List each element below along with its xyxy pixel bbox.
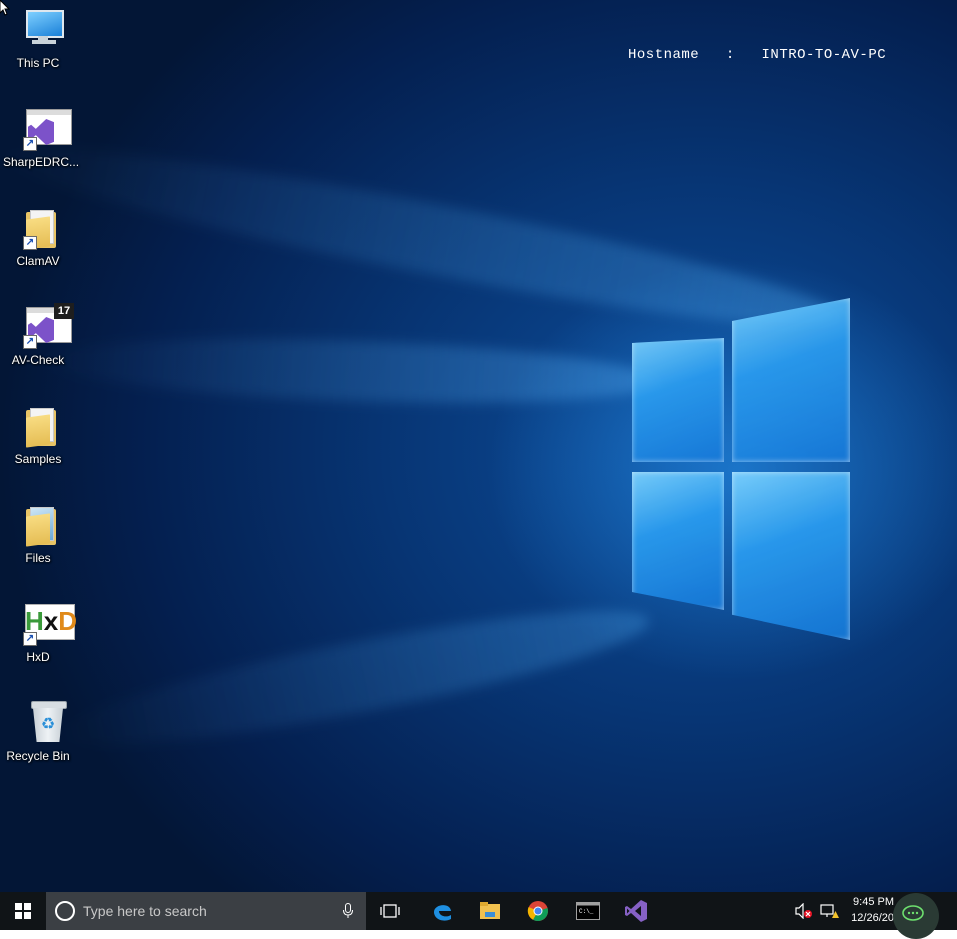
desktop-icon-label: SharpEDRC... <box>3 155 80 169</box>
desktop-icon-label: Files <box>25 551 51 565</box>
desktop-icon-this-pc[interactable]: This PC <box>3 6 73 70</box>
version-badge: 17 <box>54 303 74 319</box>
desktop-icon-label: HxD <box>26 650 50 664</box>
cortana-icon <box>55 901 75 921</box>
task-view-icon <box>380 904 400 918</box>
taskbar-visual-studio-button[interactable] <box>614 892 658 930</box>
notification-chat-button[interactable] <box>893 893 939 939</box>
wallpaper-light-beam <box>0 120 851 354</box>
task-view-button[interactable] <box>370 892 410 930</box>
hostname-label: Hostname : INTRO-TO-AV-PC <box>628 47 887 63</box>
volume-muted-button[interactable] <box>794 892 814 930</box>
this-pc-icon <box>14 6 64 54</box>
shortcut-arrow-icon: ↗ <box>23 137 37 151</box>
mouse-cursor-icon <box>0 0 10 16</box>
folder-icon: ↗ <box>14 204 62 252</box>
chat-bubble-icon <box>902 905 924 921</box>
windows-logo-pane <box>732 472 850 640</box>
wallpaper-light-beam <box>53 586 656 770</box>
desktop-icon-samples[interactable]: Samples <box>3 402 73 466</box>
wallpaper-light-beam <box>38 330 661 412</box>
windows-logo-pane <box>632 472 724 610</box>
desktop-icon-files[interactable]: Files <box>3 501 73 565</box>
start-button[interactable] <box>0 892 46 930</box>
desktop-icon-recycle-bin[interactable]: ♻ Recycle Bin <box>3 699 73 763</box>
clock-time: 9:45 PM <box>853 896 894 908</box>
taskbar-chrome-button[interactable] <box>516 892 560 930</box>
search-input[interactable] <box>81 902 335 920</box>
windows-logo-pane <box>632 338 724 462</box>
desktop-icon-av-check[interactable]: 17 ↗ AV-Check <box>3 303 74 367</box>
desktop-icon-clamav[interactable]: ↗ ClamAV <box>3 204 73 268</box>
desktop-wallpaper[interactable]: Hostname : INTRO-TO-AV-PC This PC ↗ Shar… <box>0 0 957 892</box>
visual-studio-icon <box>625 900 647 922</box>
desktop-icon-label: ClamAV <box>16 254 60 268</box>
recycle-bin-icon: ♻ <box>14 699 67 747</box>
windows-start-icon <box>15 903 31 919</box>
desktop-icon-label: AV-Check <box>11 353 65 367</box>
desktop-icon-sharpedrc[interactable]: ↗ SharpEDRC... <box>3 105 80 169</box>
svg-text:C:\_: C:\_ <box>579 908 594 915</box>
file-explorer-icon <box>480 902 500 919</box>
visual-studio-2017-icon: 17 ↗ <box>14 303 74 351</box>
desktop-icon-label: Samples <box>14 452 62 466</box>
taskbar-clock[interactable]: 9:45 PM 12/26/20 <box>838 894 894 926</box>
taskbar-command-prompt-button[interactable]: C:\_ <box>566 892 610 930</box>
windows-logo-pane <box>732 298 850 462</box>
shortcut-arrow-icon: ↗ <box>23 335 37 349</box>
taskbar-search-box[interactable] <box>46 892 366 930</box>
desktop-icon-hxd[interactable]: HxD ↗ HxD <box>3 600 78 664</box>
taskbar-edge-button[interactable] <box>420 892 464 930</box>
volume-muted-icon <box>795 903 812 919</box>
shortcut-arrow-icon: ↗ <box>23 632 37 646</box>
shortcut-arrow-icon: ↗ <box>23 236 37 250</box>
desktop-icon-label: Recycle Bin <box>6 749 70 763</box>
microphone-icon[interactable] <box>343 903 353 919</box>
chrome-icon <box>527 901 548 922</box>
folder-icon <box>14 501 62 549</box>
edge-icon <box>434 905 451 921</box>
hxd-icon: HxD ↗ <box>23 604 78 646</box>
visual-studio-project-icon: ↗ <box>14 105 72 153</box>
desktop-icon-label: This PC <box>16 56 60 70</box>
network-warning-icon <box>820 904 839 918</box>
command-prompt-icon: C:\_ <box>576 902 600 920</box>
folder-icon <box>14 402 62 450</box>
taskbar-file-explorer-button[interactable] <box>468 892 512 930</box>
network-status-button[interactable] <box>818 892 840 930</box>
clock-date: 12/26/20 <box>851 912 894 924</box>
